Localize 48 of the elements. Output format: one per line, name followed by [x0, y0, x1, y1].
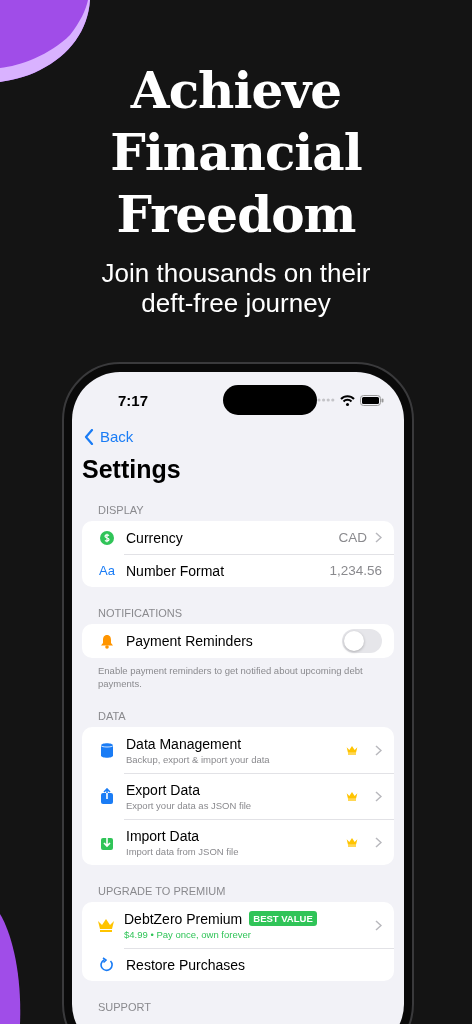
- headline: Financial: [110, 122, 362, 184]
- back-button[interactable]: Back: [82, 428, 134, 445]
- row-label: Import Data: [126, 827, 200, 844]
- settings-row[interactable]: Data Management Backup, export & import your data: [82, 727, 394, 773]
- row-label: DebtZero Premium: [124, 910, 243, 927]
- value-badge: BEST VALUE: [249, 911, 317, 926]
- crown-icon: [97, 918, 115, 932]
- settings-row[interactable]: DebtZero Premium BEST VALUE $4.99 • Pay once, own forever: [82, 902, 394, 948]
- row-label: Number Format: [126, 562, 225, 579]
- status-time: 7:17: [118, 391, 150, 409]
- row-label: Restore Purchases: [126, 956, 246, 973]
- page-title: Settings: [82, 455, 182, 484]
- database-icon: [101, 742, 113, 758]
- restore-icon: [100, 957, 114, 972]
- settings-row[interactable]: Restore Purchases: [82, 948, 394, 981]
- export-icon: [101, 788, 113, 804]
- headline: Freedom: [116, 184, 356, 246]
- row-subtitle: $4.99 • Pay once, own forever: [124, 928, 252, 940]
- dollar-icon: [100, 530, 114, 545]
- settings-row[interactable]: Import Data Import data from JSON file: [82, 819, 394, 865]
- section-header: NOTIFICATIONS: [98, 607, 184, 619]
- row-label: Currency: [126, 529, 183, 546]
- section-header: DISPLAY: [98, 504, 145, 516]
- headline: Achieve: [130, 60, 342, 122]
- signal-icon: [317, 398, 335, 402]
- bell-icon: [100, 633, 114, 649]
- back-icon: [84, 428, 94, 445]
- section-header: SUPPORT: [98, 1001, 152, 1013]
- row-subtitle: Export your data as JSON file: [126, 799, 253, 811]
- row-value: CAD: [338, 530, 367, 545]
- settings-row[interactable]: Payment Reminders: [82, 624, 394, 658]
- subtitle: Join thousands on their deft-free journey: [100, 258, 372, 318]
- row-subtitle: Backup, export & import your data: [126, 753, 271, 765]
- section-header: UPGRADE TO PREMIUM: [98, 885, 227, 897]
- settings-row[interactable]: Export Data Export your data as JSON file: [82, 773, 394, 819]
- row-value: 1,234.56: [329, 563, 382, 578]
- battery-icon: [360, 394, 384, 406]
- text-size-icon: Aa: [99, 563, 115, 578]
- row-label: Payment Reminders: [126, 633, 253, 649]
- row-label: Data Management: [126, 735, 242, 752]
- toggle-switch[interactable]: [342, 629, 382, 653]
- section-footer: Enable payment reminders to get notified about upcoming debt payments.: [98, 664, 378, 690]
- settings-row[interactable]: Aa Number Format 1,234.56: [82, 554, 394, 587]
- row-subtitle: Import data from JSON file: [126, 845, 240, 857]
- section-header: DATA: [98, 710, 127, 722]
- wifi-icon: [340, 394, 355, 406]
- settings-row[interactable]: Currency CAD: [82, 521, 394, 554]
- row-label: Export Data: [126, 781, 200, 798]
